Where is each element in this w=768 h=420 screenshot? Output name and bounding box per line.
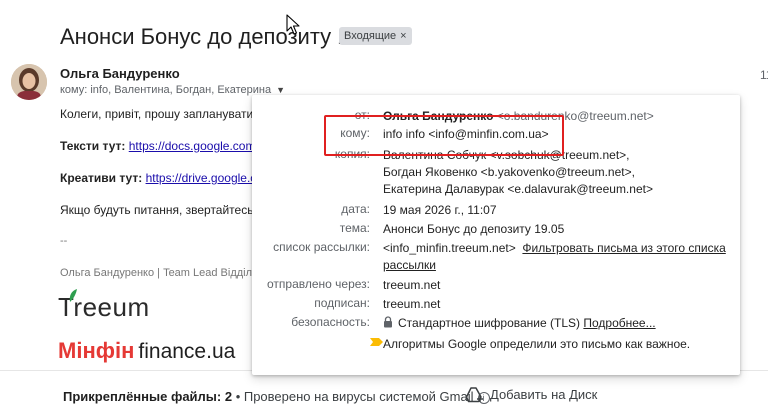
attachments-count: Прикреплённые файлы: 2 <box>63 389 233 404</box>
from-name: Ольга Бандуренко <box>383 109 494 123</box>
detail-value-signed-by: treeum.net <box>383 297 441 311</box>
importance-marker <box>370 336 384 350</box>
signature-dashes: -- <box>60 235 68 247</box>
inbox-label-chip[interactable]: Входящие × <box>339 27 412 45</box>
minfin-logo-text: Мінфін <box>58 338 135 363</box>
sender-avatar[interactable] <box>11 64 47 100</box>
virus-scan-note: Проверено на вирусы системой Gmail <box>243 389 474 404</box>
attachments-bullet: • <box>232 389 244 404</box>
detail-label-signed-by: подписан: <box>314 296 370 310</box>
treeum-leaf-icon <box>69 289 77 302</box>
detail-value-security: Стандартное шифрование (TLS) Подробнее..… <box>383 315 656 332</box>
detail-value-from: Ольга Бандуренко <o.bandurenko@treeum.ne… <box>383 108 654 125</box>
sender-name: Ольга Бандуренко <box>60 66 180 81</box>
importance-marker-icon <box>370 338 383 346</box>
detail-label-from: от: <box>354 108 370 122</box>
filter-mailing-list-link-cont[interactable]: рассылки <box>383 258 436 272</box>
detail-label-date: дата: <box>341 202 370 216</box>
recipients-line: кому: info, Валентина, Богдан, Екатерина… <box>60 84 285 96</box>
attachments-bar: Прикреплённые файлы: 2 • Проверено на ви… <box>63 389 490 404</box>
finance-ua-logo-text: finance.ua <box>138 340 236 363</box>
security-more-link[interactable]: Подробнее... <box>583 316 655 330</box>
detail-value-date: 19 мая 2026 г., 11:07 <box>383 203 497 217</box>
from-email: <o.bandurenko@treeum.net> <box>496 109 654 123</box>
detail-label-cc: копия: <box>334 147 370 161</box>
arrow-cursor-icon <box>286 14 300 41</box>
detail-label-to: кому: <box>340 126 370 140</box>
add-to-drive-button[interactable]: Добавить на Диск <box>465 387 598 403</box>
cc-recipient: Екатерина Далавурак <e.dalavurak@treeum.… <box>383 182 653 196</box>
detail-label-security: безопасность: <box>291 315 370 329</box>
detail-value-cc: Валентина Собчук <v.sobchuk@treeum.net>,… <box>383 147 653 198</box>
detail-value-importance: Алгоритмы Google определили это письмо к… <box>383 337 691 351</box>
mailing-list-address: <info_minfin.treeum.net> <box>383 241 516 255</box>
message-time: 11 <box>760 68 768 82</box>
detail-label-subject: тема: <box>339 221 370 235</box>
detail-value-subject: Анонси Бонус до депозиту 19.05 <box>383 222 565 236</box>
body-texts-line: Тексти тут: https://docs.google.com/doc <box>60 139 278 153</box>
detail-value-mailing-list: <info_minfin.treeum.net> Фильтровать пис… <box>383 240 726 274</box>
security-value-text: Стандартное шифрование (TLS) <box>398 316 581 330</box>
lock-icon <box>384 316 392 328</box>
detail-value-to: info info <info@minfin.com.ua> <box>383 127 549 141</box>
add-to-drive-icon <box>465 387 483 403</box>
minfin-logo: Мінфін finance.ua <box>58 338 235 364</box>
remove-label-icon[interactable]: × <box>400 30 406 42</box>
detail-label-mailed-by: отправлено через: <box>266 277 370 291</box>
body-greeting: Колеги, привіт, прошу запланувати пост <box>60 107 282 121</box>
avatar-photo <box>11 64 47 100</box>
show-details-caret-icon[interactable]: ▼ <box>276 85 285 95</box>
creatives-label: Креативи тут: <box>60 171 143 185</box>
add-to-drive-label: Добавить на Диск <box>490 387 598 402</box>
body-creatives-line: Креативи тут: https://drive.google.com/ <box>60 171 276 185</box>
detail-label-mailing-list: список рассылки: <box>273 240 370 254</box>
cc-recipient: Валентина Собчук <v.sobchuk@treeum.net>, <box>383 148 630 162</box>
inbox-label-text: Входящие <box>344 30 397 42</box>
message-details-popup: от: Ольга Бандуренко <o.bandurenko@treeu… <box>252 95 740 375</box>
texts-label: Тексти тут: <box>60 139 126 153</box>
signature-line: Ольга Бандуренко | Team Lead Відділу с <box>60 267 267 279</box>
detail-value-mailed-by: treeum.net <box>383 278 441 292</box>
body-questions: Якщо будуть питання, звертайтесь. <box>60 203 257 217</box>
treeum-logo: Treeum <box>58 289 150 323</box>
filter-mailing-list-link[interactable]: Фильтровать письма из этого списка <box>522 241 725 255</box>
recipients-text: кому: info, Валентина, Богдан, Екатерина <box>60 84 272 96</box>
cc-recipient: Богдан Яковенко <b.yakovenko@treeum.net>… <box>383 165 635 179</box>
